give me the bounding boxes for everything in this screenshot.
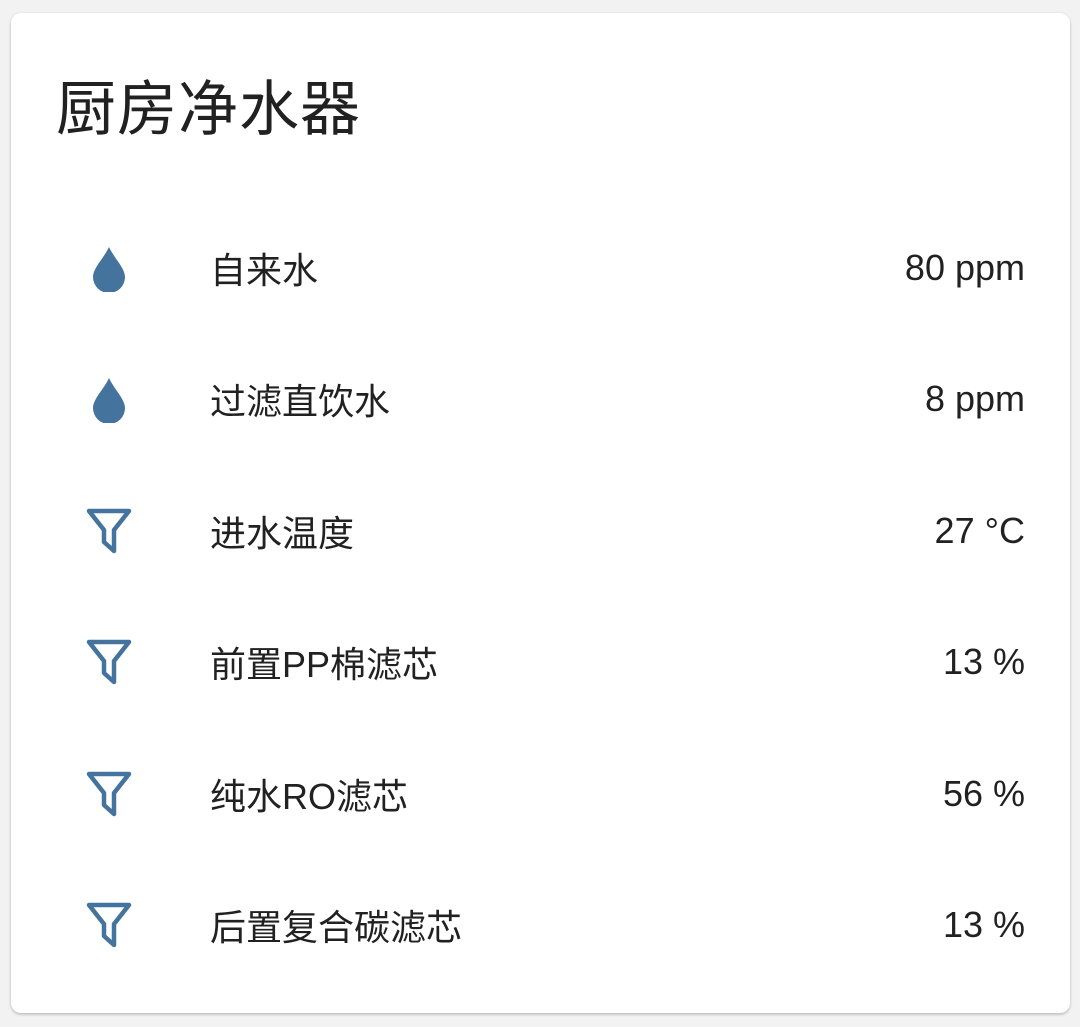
- entity-name: 前置PP棉滤芯: [210, 644, 439, 686]
- entity-value: 80 ppm: [904, 246, 1025, 288]
- entity-name: 自来水: [210, 249, 319, 291]
- entity-row-inlet-temperature[interactable]: 进水温度 27 °C: [11, 465, 1070, 597]
- entity-name: 过滤直饮水: [210, 381, 391, 423]
- water-purifier-card: 厨房净水器 自来水 80 ppm 过滤直饮水 8 ppm 进水温度 27 °C: [11, 13, 1070, 1013]
- filter-icon: [85, 901, 133, 949]
- water-drop-icon: [85, 244, 133, 292]
- entity-name: 纯水RO滤芯: [210, 775, 409, 817]
- sensor-list: 自来水 80 ppm 过滤直饮水 8 ppm 进水温度 27 °C 前置PP棉滤…: [11, 202, 1070, 991]
- entity-row-ro-filter[interactable]: 纯水RO滤芯 56 %: [11, 728, 1070, 860]
- entity-row-pp-filter[interactable]: 前置PP棉滤芯 13 %: [11, 597, 1070, 729]
- water-drop-icon: [85, 375, 133, 424]
- filter-icon: [85, 770, 133, 818]
- filter-icon: [85, 638, 133, 686]
- entity-value: 13 %: [942, 904, 1025, 946]
- entity-row-tap-water[interactable]: 自来水 80 ppm: [11, 202, 1070, 334]
- filter-icon: [85, 507, 133, 555]
- entity-name: 后置复合碳滤芯: [210, 907, 463, 949]
- entity-row-filtered-water[interactable]: 过滤直饮水 8 ppm: [11, 334, 1070, 466]
- entity-value: 13 %: [942, 641, 1025, 683]
- entity-value: 27 °C: [934, 509, 1025, 551]
- card-title: 厨房净水器: [56, 76, 361, 143]
- entity-value: 56 %: [942, 772, 1025, 814]
- entity-row-carbon-filter[interactable]: 后置复合碳滤芯 13 %: [11, 860, 1070, 992]
- entity-value: 8 ppm: [924, 378, 1025, 420]
- entity-name: 进水温度: [210, 512, 355, 554]
